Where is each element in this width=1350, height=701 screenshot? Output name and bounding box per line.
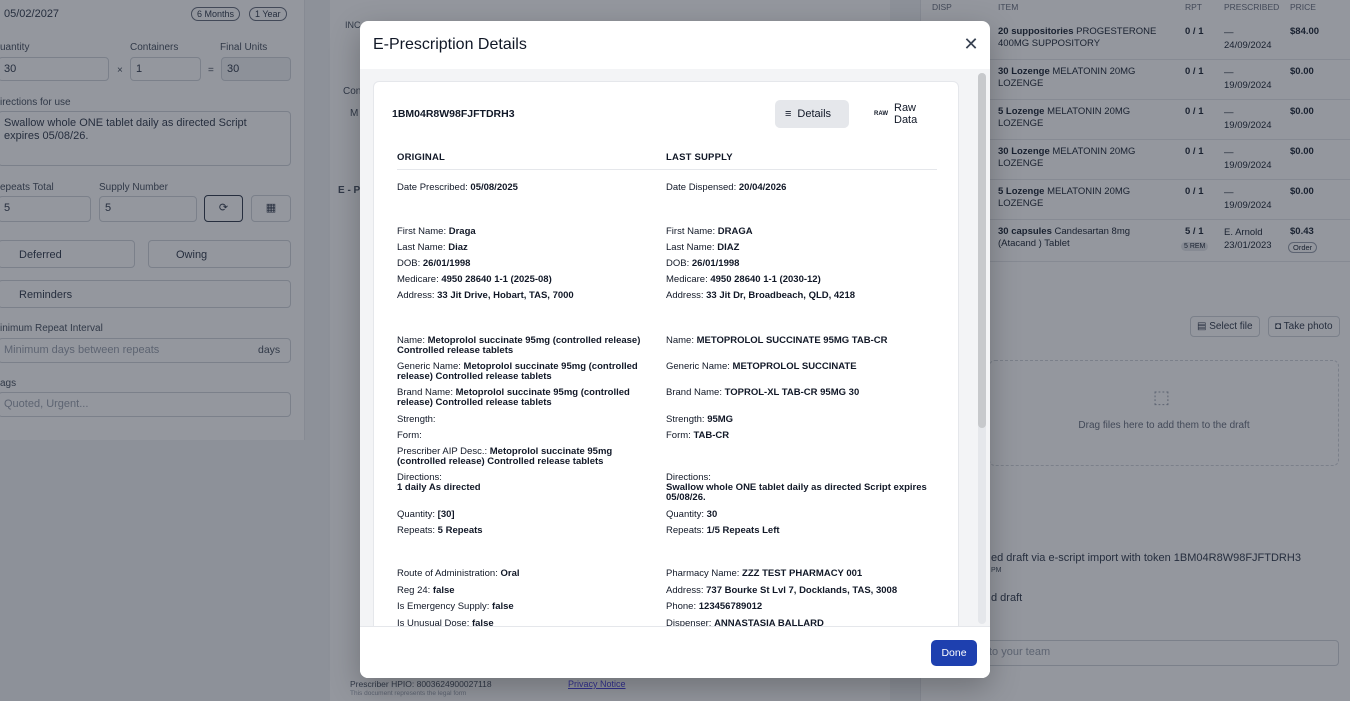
original-repeats: Repeats: 5 Repeats: [397, 525, 483, 536]
original-address: Address: 33 Jit Drive, Hobart, TAS, 7000: [397, 290, 574, 301]
tab-raw-label: Raw Data: [894, 102, 918, 126]
original-route: Route of Administration: Oral: [397, 568, 520, 579]
supply-dob: DOB: 26/01/1998: [666, 258, 740, 269]
original-drug-name: Name: Metoprolol succinate 95mg (control…: [397, 335, 641, 356]
original-heading: ORIGINAL: [397, 152, 446, 163]
e-prescription-modal: E-Prescription Details ✕ 1BM04R8W98FJFTD…: [360, 21, 990, 678]
original-dob: DOB: 26/01/1998: [397, 258, 471, 269]
modal-title: E-Prescription Details: [373, 36, 527, 53]
modal-footer: Done: [360, 626, 990, 678]
supply-date-dispensed: Date Dispensed: 20/04/2026: [666, 182, 787, 193]
modal-scrollbar[interactable]: [978, 73, 986, 624]
supply-strength: Strength: 95MG: [666, 414, 734, 425]
original-brand-name: Brand Name: Metoprolol succinate 95mg (c…: [397, 387, 630, 408]
details-card: 1BM04R8W98FJFTDRH3 ≡ Details RAW Raw Dat…: [373, 81, 959, 626]
supply-first-name: First Name: DRAGA: [666, 226, 753, 237]
supply-phone: Phone: 123456789012: [666, 601, 763, 612]
supply-last-name: Last Name: DIAZ: [666, 242, 740, 253]
supply-dispenser: Dispenser: ANNASTASIA BALLARD: [666, 618, 824, 627]
raw-icon: RAW: [874, 111, 888, 117]
supply-generic-name: Generic Name: METOPROLOL SUCCINATE: [666, 361, 857, 372]
list-icon: ≡: [785, 108, 792, 120]
supply-directions: Directions: Swallow whole ONE tablet dail…: [666, 472, 927, 503]
original-medicare: Medicare: 4950 28640 1-1 (2025-08): [397, 274, 552, 285]
heading-divider: [397, 169, 937, 170]
script-token: 1BM04R8W98FJFTDRH3: [392, 108, 515, 120]
supply-brand-name: Brand Name: TOPROL-XL TAB-CR 95MG 30: [666, 387, 860, 398]
scroll-thumb[interactable]: [978, 73, 986, 428]
original-form: Form:: [397, 430, 422, 441]
original-last-name: Last Name: Diaz: [397, 242, 468, 253]
done-button[interactable]: Done: [931, 640, 977, 666]
supply-form: Form: TAB-CR: [666, 430, 730, 441]
original-quantity: Quantity: [30]: [397, 509, 455, 520]
tab-details[interactable]: ≡ Details: [775, 100, 849, 128]
original-unusual-dose: Is Unusual Dose: false: [397, 618, 494, 627]
original-reg24: Reg 24: false: [397, 585, 455, 596]
last-supply-heading: LAST SUPPLY: [666, 152, 733, 163]
supply-address: Address: 33 Jit Dr, Broadbeach, QLD, 421…: [666, 290, 856, 301]
supply-repeats: Repeats: 1/5 Repeats Left: [666, 525, 780, 536]
original-strength: Strength:: [397, 414, 436, 425]
supply-pharmacy-name: Pharmacy Name: ZZZ TEST PHARMACY 001: [666, 568, 863, 579]
tab-raw-data[interactable]: RAW Raw Data: [864, 100, 950, 128]
supply-pharmacy-address: Address: 737 Bourke St Lvl 7, Docklands,…: [666, 585, 898, 596]
supply-medicare: Medicare: 4950 28640 1-1 (2030-12): [666, 274, 821, 285]
tab-details-label: Details: [797, 108, 832, 120]
close-icon: ✕: [963, 34, 979, 54]
supply-quantity: Quantity: 30: [666, 509, 718, 520]
original-directions: Directions: 1 daily As directed: [397, 472, 481, 493]
original-first-name: First Name: Draga: [397, 226, 476, 237]
original-aip-desc: Prescriber AIP Desc.: Metoprolol succina…: [397, 446, 613, 467]
supply-drug-name: Name: METOPROLOL SUCCINATE 95MG TAB-CR: [666, 335, 888, 346]
modal-body: 1BM04R8W98FJFTDRH3 ≡ Details RAW Raw Dat…: [360, 69, 990, 626]
original-date-prescribed: Date Prescribed: 05/08/2025: [397, 182, 518, 193]
close-button[interactable]: ✕: [962, 35, 980, 53]
original-generic-name: Generic Name: Metoprolol succinate 95mg …: [397, 361, 638, 382]
original-emergency: Is Emergency Supply: false: [397, 601, 514, 612]
